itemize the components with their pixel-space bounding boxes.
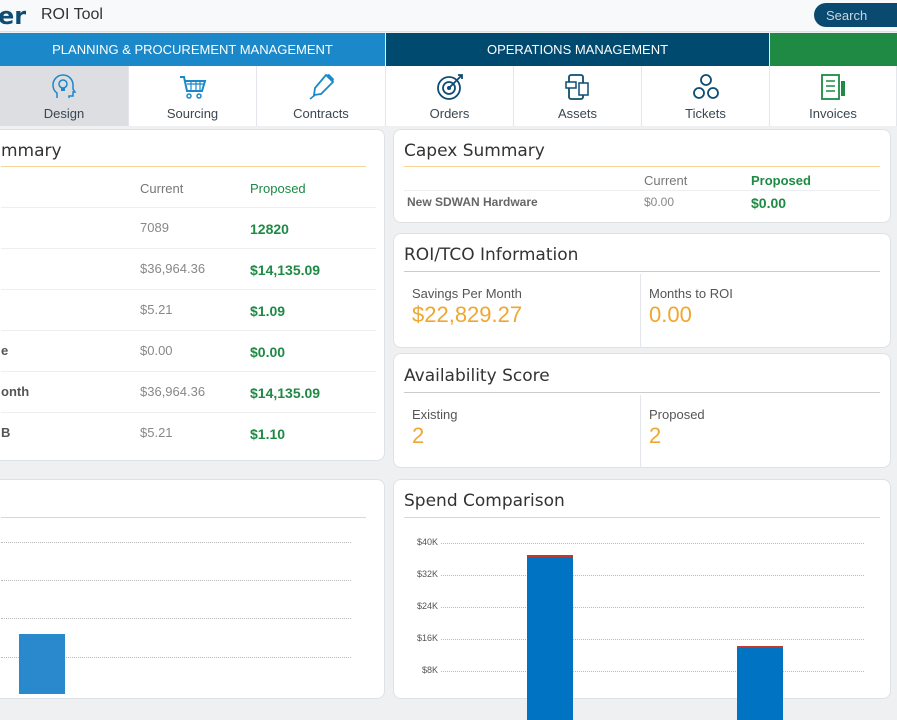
invoice-icon [821, 74, 845, 100]
savings-label: Savings Per Month [412, 286, 522, 301]
summary-row: onth $36,964.36 $14,135.09 [1, 371, 376, 412]
row-label: B [1, 425, 11, 440]
y-tick-label: $40K [416, 537, 438, 547]
nav-item-orders[interactable]: Orders [386, 66, 514, 126]
y-tick-label: $32K [416, 569, 438, 579]
nav-item-label: Invoices [809, 106, 857, 121]
tab-planning-procurement[interactable]: PLANNING & PROCUREMENT MANAGEMENT [0, 33, 385, 66]
capex-summary-card: Capex Summary Current Proposed New SDWAN… [393, 129, 891, 223]
chart-bar [527, 555, 573, 720]
gridline [441, 575, 864, 576]
row-current: $5.21 [140, 425, 173, 440]
row-current: $36,964.36 [140, 384, 206, 399]
roi-tco-card: ROI/TCO Information Savings Per Month $2… [393, 233, 891, 348]
gridline [441, 671, 864, 672]
nav-item-label: Tickets [685, 106, 726, 121]
row-proposed: $1.10 [250, 426, 286, 442]
nav-item-label: Contracts [293, 106, 349, 121]
y-tick-label: $8K [421, 665, 438, 675]
row-current: $5.21 [140, 302, 173, 317]
chart-bar [737, 646, 783, 720]
nav-item-contracts[interactable]: Contracts [257, 66, 386, 126]
spend-chart: $8K $16K $24K $32K $40K [394, 480, 892, 720]
top-header: er ROI Tool Search [0, 0, 897, 32]
app-title: ROI Tool [41, 6, 103, 23]
gridline [441, 639, 864, 640]
col-proposed: Proposed [250, 181, 306, 196]
pen-icon [309, 73, 335, 100]
summary-card: mmary Current Proposed 7089 12820 $36,964.… [0, 129, 385, 461]
shopping-cart-icon [179, 76, 206, 99]
col-proposed: Proposed [751, 173, 811, 188]
summary-row: B $5.21 $1.10 [1, 412, 376, 453]
capex-row-proposed: $0.00 [751, 195, 787, 211]
row-label: e [1, 343, 9, 358]
card-title: mmary [1, 141, 62, 161]
gridline [441, 543, 864, 544]
nav-item-label: Design [43, 106, 85, 121]
nav-item-label: Orders [429, 106, 470, 121]
months-to-roi-label: Months to ROI [649, 286, 733, 301]
nav-item-invoices[interactable]: Invoices [770, 66, 897, 126]
people-network-icon [692, 74, 719, 99]
row-current: $36,964.36 [140, 261, 206, 276]
row-proposed: 12820 [250, 221, 289, 237]
left-chart-card [0, 479, 385, 699]
row-current: 7089 [140, 220, 169, 235]
proposed-label: Proposed [649, 407, 705, 422]
tab-third-section[interactable] [770, 33, 897, 66]
nav-item-tickets[interactable]: Tickets [642, 66, 770, 126]
row-proposed: $0.00 [250, 344, 286, 360]
card-title: Availability Score [404, 366, 550, 386]
spend-comparison-card: Spend Comparison $8K $16K $24K $32K $40K [393, 479, 892, 720]
y-tick-label: $24K [416, 601, 438, 611]
tab-operations-management[interactable]: OPERATIONS MANAGEMENT [386, 33, 769, 66]
row-label: onth [1, 384, 30, 399]
nav-item-label: Assets [557, 106, 597, 121]
summary-row: 7089 12820 [1, 207, 376, 248]
months-to-roi-value: 0.00 [649, 302, 692, 327]
capex-row-current: $0.00 [644, 195, 675, 209]
row-current: $0.00 [140, 343, 173, 358]
nav-item-label: Sourcing [166, 106, 219, 121]
card-title: ROI/TCO Information [404, 245, 579, 265]
existing-value: 2 [412, 423, 425, 448]
col-current: Current [644, 173, 688, 188]
existing-label: Existing [412, 407, 458, 422]
lightbulb-head-icon [52, 74, 77, 98]
gridline [441, 607, 864, 608]
row-proposed: $1.09 [250, 303, 286, 319]
summary-row: $5.21 $1.09 [1, 289, 376, 330]
row-proposed: $14,135.09 [250, 262, 321, 278]
availability-score-card: Availability Score Existing 2 Proposed 2 [393, 353, 891, 468]
row-proposed: $14,135.09 [250, 385, 321, 401]
nav-item-assets[interactable]: Assets [514, 66, 642, 126]
nav-item-design[interactable]: Design [0, 66, 129, 126]
assets-icon [564, 74, 589, 100]
nav-item-sourcing[interactable]: Sourcing [129, 66, 257, 126]
summary-row: $36,964.36 $14,135.09 [1, 248, 376, 289]
proposed-value: 2 [649, 423, 662, 448]
capex-row-label: New SDWAN Hardware [407, 195, 538, 209]
target-icon [436, 74, 463, 100]
logo: er [0, 2, 27, 30]
search-input[interactable]: Search [814, 3, 897, 27]
savings-value: $22,829.27 [412, 302, 523, 327]
card-title: Capex Summary [404, 141, 545, 161]
y-tick-label: $16K [416, 633, 438, 643]
col-current: Current [140, 181, 184, 196]
summary-row: e $0.00 $0.00 [1, 330, 376, 371]
chart-bar [19, 634, 65, 694]
